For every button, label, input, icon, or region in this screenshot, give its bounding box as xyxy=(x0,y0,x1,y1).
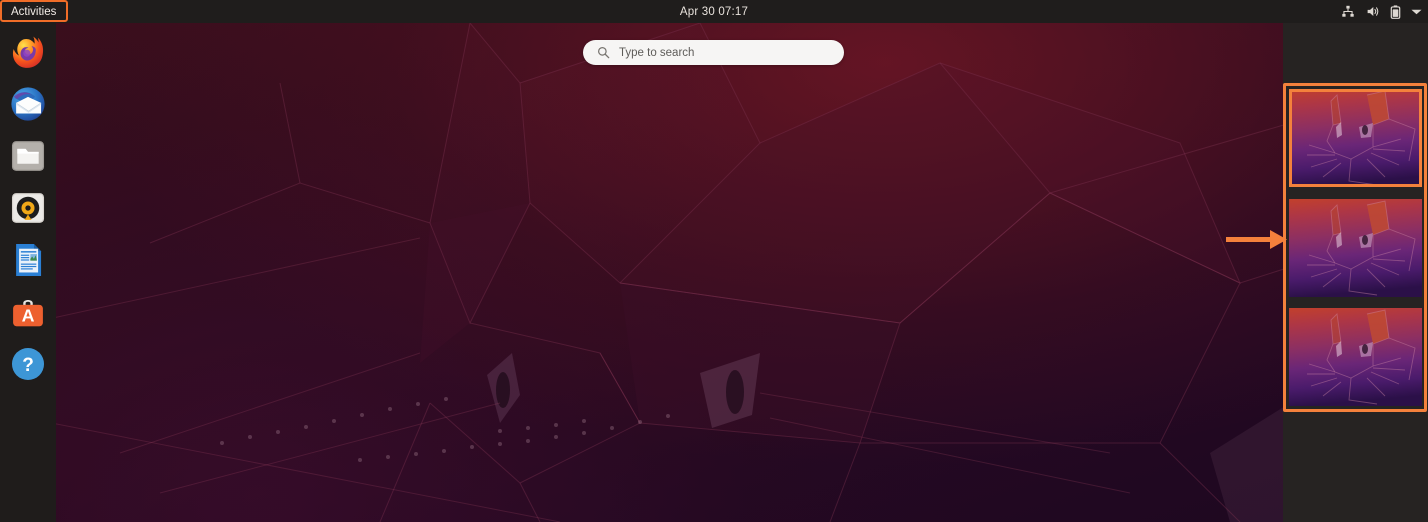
dock-item-firefox[interactable] xyxy=(6,30,50,74)
document-icon xyxy=(16,243,42,277)
dock-item-rhythmbox[interactable] xyxy=(6,186,50,230)
dock: A ? xyxy=(0,23,56,522)
dock-item-thunderbird[interactable] xyxy=(6,82,50,126)
top-bar: Activities Apr 30 07:17 xyxy=(0,0,1428,23)
desktop-overview: Type to search A ? xyxy=(0,0,1428,522)
search-container: Type to search xyxy=(583,40,844,65)
music-icon xyxy=(11,193,45,223)
wallpaper-pattern xyxy=(0,23,1428,522)
search-icon xyxy=(598,47,610,59)
workspace-thumbnail-3-preview xyxy=(1289,308,1422,406)
dock-item-ubuntu-software[interactable]: A xyxy=(6,290,50,334)
dock-item-files[interactable] xyxy=(6,134,50,178)
dock-item-libreoffice-writer[interactable] xyxy=(6,238,50,282)
thunderbird-icon xyxy=(11,87,45,121)
clock-datetime[interactable]: Apr 30 07:17 xyxy=(0,0,1428,23)
annotation-arrow-icon xyxy=(1226,228,1288,257)
volume-icon[interactable] xyxy=(1365,5,1380,18)
network-wired-icon[interactable] xyxy=(1341,5,1355,18)
folder-icon xyxy=(11,141,45,171)
dock-item-help[interactable]: ? xyxy=(6,342,50,386)
help-icon: ? xyxy=(11,347,45,383)
workspace-thumbnail-2[interactable] xyxy=(1289,199,1422,297)
search-input[interactable]: Type to search xyxy=(583,40,844,65)
workspace-thumbnail-1[interactable] xyxy=(1289,89,1422,187)
workspace-thumbnail-2-preview xyxy=(1289,199,1422,297)
workspace-thumbnail-3[interactable] xyxy=(1289,308,1422,406)
chevron-down-icon[interactable] xyxy=(1411,8,1422,16)
search-placeholder-text: Type to search xyxy=(619,46,695,59)
software-bag-icon: A xyxy=(13,299,43,327)
system-tray xyxy=(1341,0,1422,23)
workspace-thumbnail-1-preview xyxy=(1289,89,1422,187)
wallpaper xyxy=(0,23,1428,522)
firefox-icon xyxy=(12,36,44,68)
battery-icon[interactable] xyxy=(1390,4,1401,19)
svg-text:A: A xyxy=(22,306,35,326)
svg-text:?: ? xyxy=(22,355,34,376)
